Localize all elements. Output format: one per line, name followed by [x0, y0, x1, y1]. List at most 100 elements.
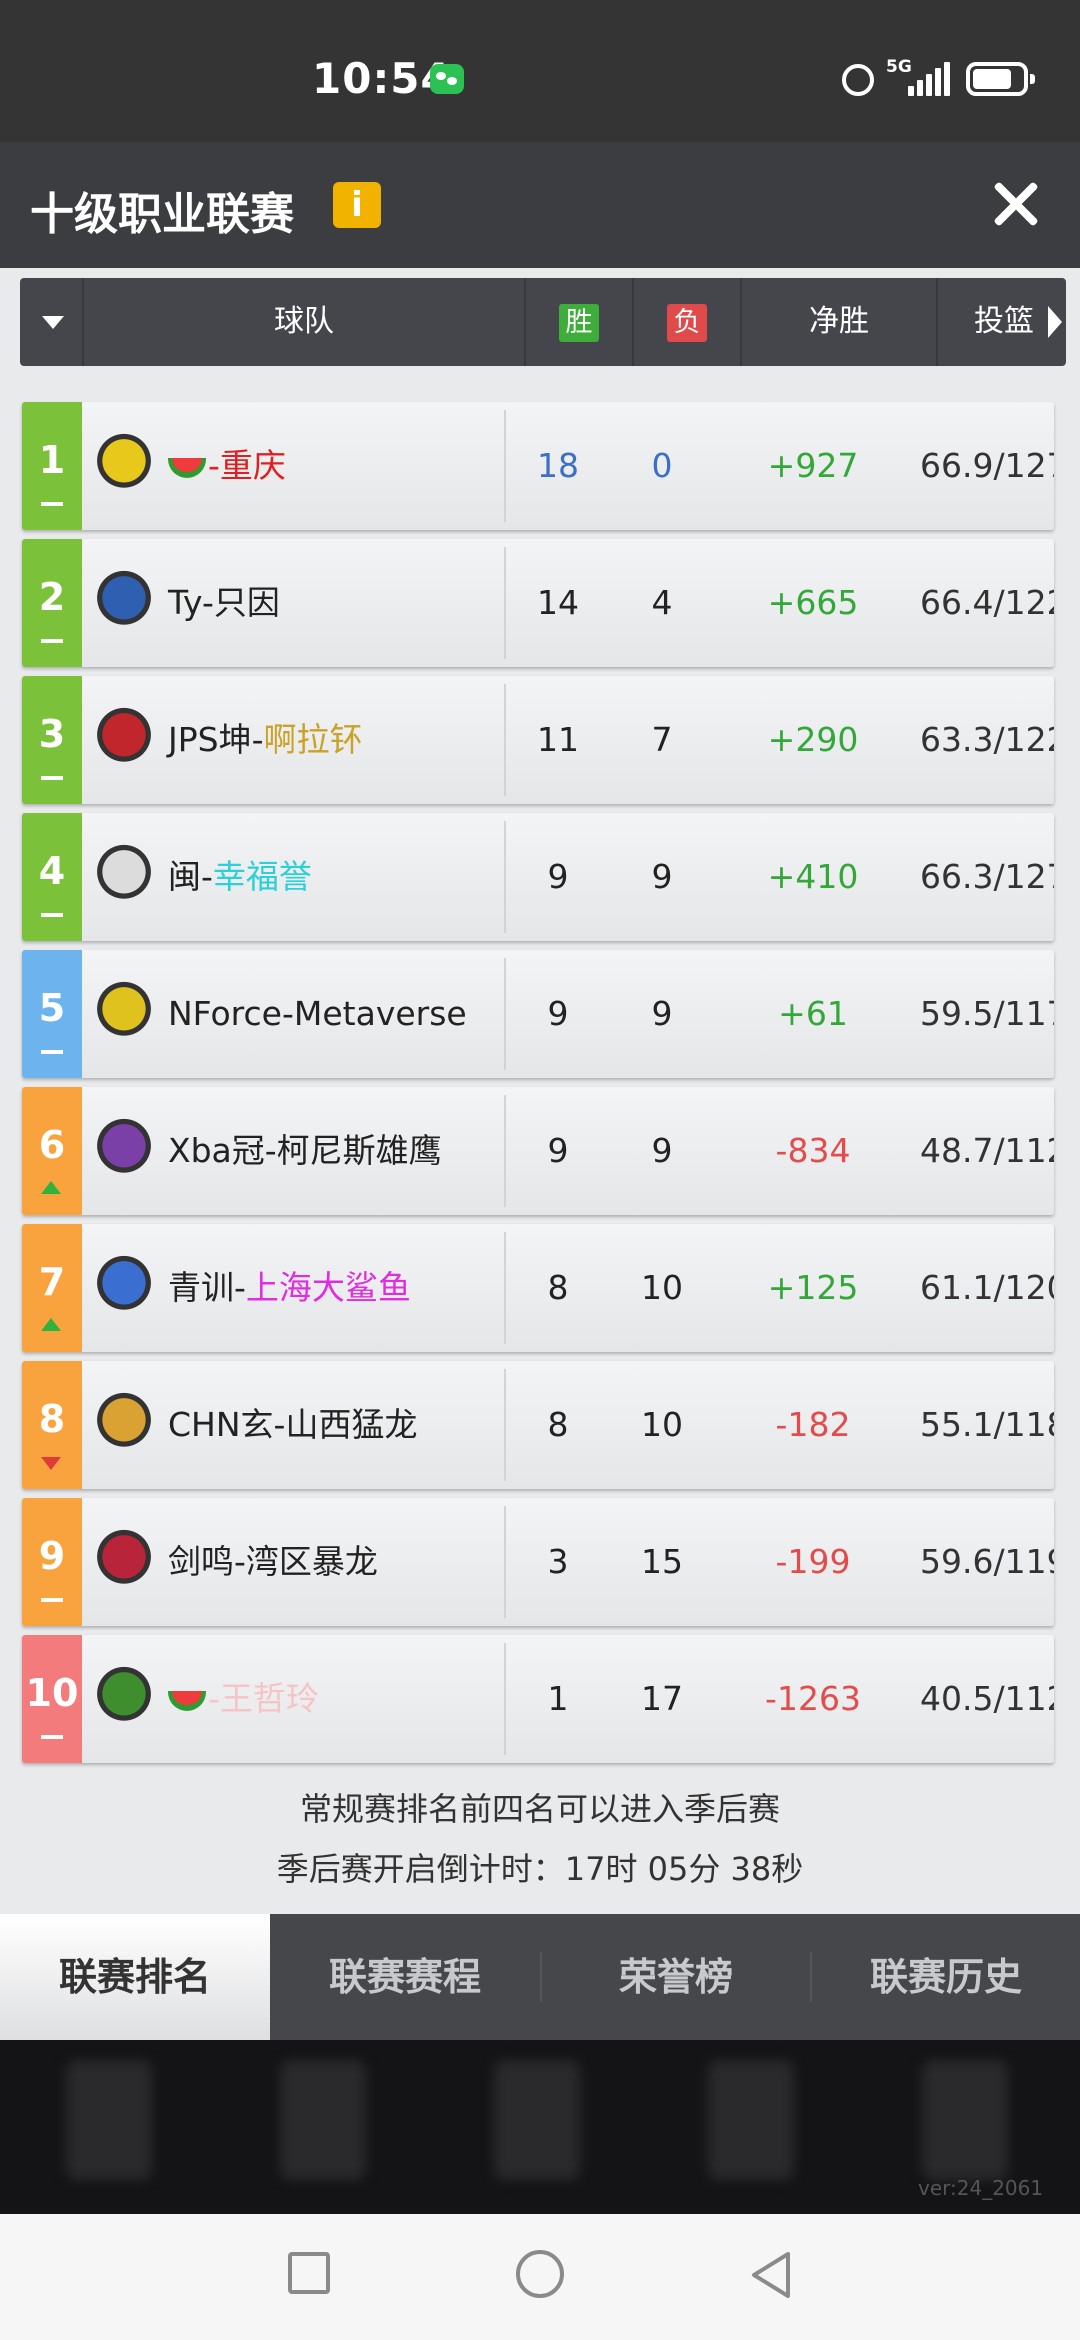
- table-row[interactable]: 10 -王哲玲 1 17 -1263 40.5/112: [22, 1635, 1054, 1763]
- team-name-prefix: 闽-: [168, 857, 213, 896]
- countdown-text: 季后赛开启倒计时：17时 05分 38秒: [276, 1850, 804, 1888]
- wins-value: 9: [547, 857, 569, 896]
- rank-badge: 10: [22, 1635, 82, 1763]
- rank-number: 9: [38, 1534, 66, 1578]
- rank-trend-up-icon: [41, 1181, 61, 1194]
- recent-apps-icon[interactable]: [288, 2252, 330, 2294]
- shooting-value: 59.6/119: [920, 1542, 1054, 1581]
- team-logo-icon: [92, 1254, 156, 1318]
- team-name-prefix: Xba冠-柯尼斯雄鹰: [168, 1131, 442, 1170]
- blurred-menu-icon: [66, 2060, 152, 2180]
- tab-league-ranking[interactable]: 联赛排名: [0, 1914, 270, 2040]
- team-name[interactable]: 青训-上海大鲨鱼: [168, 1224, 411, 1352]
- team-logo-icon: [92, 706, 156, 770]
- losses-value: 10: [641, 1268, 683, 1307]
- info-icon[interactable]: i: [333, 182, 381, 228]
- team-logo-icon: [92, 1528, 156, 1592]
- rank-trend-same-icon: [41, 1050, 63, 1064]
- header-loss[interactable]: 负: [634, 278, 742, 366]
- blurred-menu-icon: [280, 2060, 366, 2180]
- wins-value: 3: [547, 1542, 569, 1581]
- team-name[interactable]: CHN玄-山西猛龙: [168, 1361, 417, 1489]
- header-shoot[interactable]: 投篮: [938, 278, 1066, 366]
- team-logo-icon: [92, 1117, 156, 1181]
- wins-value: 9: [547, 1131, 569, 1170]
- header-win[interactable]: 胜: [526, 278, 634, 366]
- table-row[interactable]: 3 JPS坤-啊拉钚 11 7 +290 63.3/122: [22, 676, 1054, 804]
- team-name-highlight: 王哲玲: [219, 1679, 319, 1718]
- wins-value: 1: [547, 1679, 569, 1718]
- team-name-prefix: -: [208, 446, 220, 485]
- losses-value: 9: [651, 857, 673, 896]
- rank-badge: 9: [22, 1498, 82, 1626]
- losses-value: 9: [651, 1131, 673, 1170]
- version-label: ver:24_2061: [918, 2176, 1044, 2200]
- team-name[interactable]: Ty-只因: [168, 539, 280, 667]
- team-name[interactable]: -王哲玲: [168, 1635, 319, 1763]
- team-name-prefix: 剑鸣-湾区暴龙: [168, 1542, 378, 1581]
- table-row[interactable]: 1 -重庆 18 0 +927 66.9/127: [22, 402, 1054, 530]
- team-name-highlight: 只因: [213, 583, 280, 622]
- back-icon[interactable]: [748, 2250, 794, 2300]
- rank-number: 7: [38, 1260, 66, 1304]
- table-row[interactable]: 5 NForce-Metaverse 9 9 +61 59.5/117: [22, 950, 1054, 1078]
- net-value: -182: [775, 1405, 851, 1444]
- rank-badge: 8: [22, 1361, 82, 1489]
- table-row[interactable]: 9 剑鸣-湾区暴龙 3 15 -199 59.6/119: [22, 1498, 1054, 1626]
- team-name-prefix: NForce-Metaverse: [168, 994, 467, 1033]
- tab-league-history[interactable]: 联赛历史: [812, 1914, 1080, 2040]
- rank-number: 10: [25, 1671, 79, 1715]
- page-title: 十级职业联赛: [30, 189, 294, 240]
- table-row[interactable]: 4 闽-幸福誉 9 9 +410 66.3/127: [22, 813, 1054, 941]
- blurred-menu-icon: [922, 2060, 1008, 2180]
- team-name-prefix: -: [208, 1679, 220, 1718]
- rank-badge: 3: [22, 676, 82, 804]
- table-row[interactable]: 8 CHN玄-山西猛龙 8 10 -182 55.1/118: [22, 1361, 1054, 1489]
- team-name[interactable]: NForce-Metaverse: [168, 950, 467, 1078]
- team-name-highlight: 重庆: [219, 446, 286, 485]
- playoff-rule-text: 常规赛排名前四名可以进入季后赛: [299, 1790, 780, 1828]
- losses-value: 10: [641, 1405, 683, 1444]
- team-logo-icon: [92, 432, 156, 496]
- shooting-value: 59.5/117: [920, 994, 1054, 1033]
- header-net[interactable]: 净胜: [742, 278, 938, 366]
- wins-value: 18: [537, 446, 579, 485]
- table-row[interactable]: 7 青训-上海大鲨鱼 8 10 +125 61.1/120: [22, 1224, 1054, 1352]
- net-value: +927: [767, 446, 859, 485]
- bottom-tabs: 联赛排名 联赛赛程 荣誉榜 联赛历史: [0, 1914, 1080, 2040]
- blurred-menu-icon: [708, 2060, 794, 2180]
- net-value: -1263: [765, 1679, 861, 1718]
- sort-dropdown-icon[interactable]: [20, 278, 84, 366]
- rank-badge: 7: [22, 1224, 82, 1352]
- alarm-icon: [842, 64, 874, 96]
- team-name-prefix: Ty-: [168, 583, 214, 622]
- team-name[interactable]: -重庆: [168, 402, 286, 530]
- wins-value: 11: [537, 720, 579, 759]
- scroll-right-icon[interactable]: [1048, 306, 1062, 338]
- rank-number: 8: [38, 1397, 66, 1441]
- table-row[interactable]: 6 Xba冠-柯尼斯雄鹰 9 9 -834 48.7/112: [22, 1087, 1054, 1215]
- home-icon[interactable]: [516, 2250, 564, 2298]
- net-value: +125: [767, 1268, 859, 1307]
- team-name-highlight: 上海大鲨鱼: [245, 1268, 411, 1307]
- shooting-value: 55.1/118: [920, 1405, 1054, 1444]
- close-icon[interactable]: [990, 178, 1042, 230]
- team-logo-icon: [92, 980, 156, 1044]
- team-name[interactable]: 剑鸣-湾区暴龙: [168, 1498, 378, 1626]
- wins-value: 9: [547, 994, 569, 1033]
- tab-league-schedule[interactable]: 联赛赛程: [270, 1914, 540, 2040]
- team-name[interactable]: 闽-幸福誉: [168, 813, 312, 941]
- rank-badge: 5: [22, 950, 82, 1078]
- shooting-value: 66.4/122: [920, 583, 1054, 622]
- team-logo-icon: [92, 843, 156, 907]
- table-row[interactable]: 2 Ty-只因 14 4 +665 66.4/122: [22, 539, 1054, 667]
- header-team[interactable]: 球队: [84, 278, 526, 366]
- tab-honor-board[interactable]: 荣誉榜: [542, 1914, 810, 2040]
- watermelon-icon: [168, 457, 206, 478]
- table-header: 球队 胜 负 净胜 投篮: [20, 278, 1066, 366]
- shooting-value: 63.3/122: [920, 720, 1054, 759]
- team-name[interactable]: JPS坤-啊拉钚: [168, 676, 363, 804]
- team-name[interactable]: Xba冠-柯尼斯雄鹰: [168, 1087, 442, 1215]
- team-logo-icon: [92, 1665, 156, 1729]
- losses-value: 4: [651, 583, 673, 622]
